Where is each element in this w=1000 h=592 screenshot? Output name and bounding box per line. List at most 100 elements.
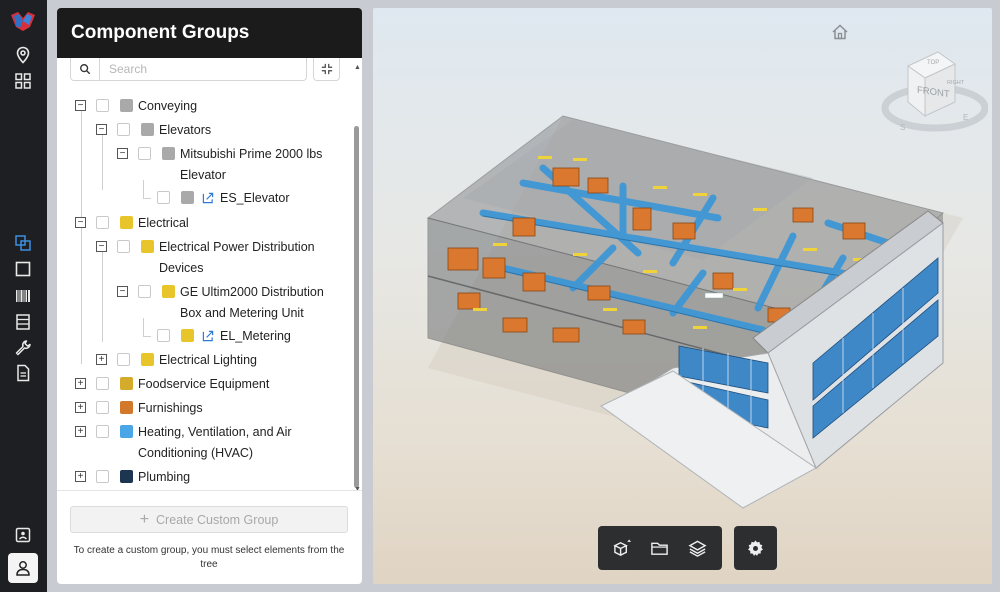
tree-item-label: Mitsubishi Prime 2000 lbs Elevator	[180, 147, 323, 182]
3d-viewport[interactable]: FRONT TOP RIGHT S E	[373, 8, 992, 584]
collapse-toggle[interactable]: −	[75, 217, 86, 228]
checkbox[interactable]	[117, 123, 130, 136]
tree-item-es-elevator[interactable]: ES_Elevator	[147, 188, 289, 208]
location-pin-icon[interactable]	[12, 44, 34, 66]
color-swatch	[181, 329, 194, 342]
barcode-icon[interactable]	[12, 285, 34, 307]
tree-item-ge-ultim2000[interactable]: − GE Ultim2000 Distribution Box and Meter…	[117, 282, 324, 324]
table-icon[interactable]	[12, 311, 34, 333]
color-swatch	[120, 401, 133, 414]
color-swatch	[141, 240, 154, 253]
tree-item-power-distribution[interactable]: − Electrical Power Distribution Devices	[96, 237, 315, 279]
tree-item-label: ES_Elevator	[220, 191, 290, 205]
checkbox[interactable]	[96, 377, 109, 390]
expand-toggle[interactable]: +	[75, 426, 86, 437]
search-input[interactable]	[100, 61, 291, 77]
divider	[57, 490, 362, 491]
tree-item-furnishings[interactable]: + Furnishings	[75, 398, 203, 418]
tree-item-el-metering[interactable]: EL_Metering	[147, 326, 291, 346]
tree-item-label: GE Ultim2000 Distribution Box and Meterin…	[180, 285, 324, 320]
color-swatch	[120, 425, 133, 438]
tree-item-label: Furnishings	[138, 401, 203, 415]
model-explode-icon[interactable]	[609, 534, 637, 562]
checkbox[interactable]	[138, 147, 151, 160]
expand-toggle[interactable]: +	[75, 471, 86, 482]
collapse-all-button[interactable]	[313, 58, 340, 81]
grid-icon[interactable]	[12, 70, 34, 92]
tree-item-hvac[interactable]: + Heating, Ventilation, and Air Condition…	[75, 422, 292, 464]
id-card-icon[interactable]	[12, 524, 34, 546]
tree-item-plumbing[interactable]: + Plumbing	[75, 467, 190, 487]
checkbox[interactable]	[117, 240, 130, 253]
checkbox[interactable]	[157, 329, 170, 342]
tree-item-label: Foodservice Equipment	[138, 377, 270, 391]
component-groups-panel: Component Groups − Conveying −	[57, 8, 362, 584]
checkbox[interactable]	[138, 285, 151, 298]
collapse-toggle[interactable]: −	[75, 100, 86, 111]
plus-icon: +	[139, 510, 150, 528]
scrollbar-thumb[interactable]	[354, 126, 359, 488]
viewer-toolbar	[598, 526, 722, 570]
create-group-hint: To create a custom group, you must selec…	[73, 545, 345, 570]
left-navigation-rail	[0, 0, 47, 592]
tree-item-label: Elevators	[159, 123, 212, 137]
square-icon[interactable]	[12, 258, 34, 280]
search-icon[interactable]	[71, 58, 100, 80]
building-model[interactable]	[373, 8, 992, 584]
checkbox[interactable]	[96, 99, 109, 112]
checkbox[interactable]	[157, 191, 170, 204]
tree-item-label: Plumbing	[138, 470, 191, 484]
external-link-icon[interactable]	[202, 191, 215, 204]
color-swatch	[141, 353, 154, 366]
tree-item-conveying[interactable]: − Conveying	[75, 96, 197, 116]
tree-item-label: Heating, Ventilation, and Air Conditionin…	[138, 425, 292, 460]
create-button-label: Create Custom Group	[156, 512, 279, 527]
color-swatch	[181, 191, 194, 204]
color-swatch	[162, 147, 175, 160]
search-row	[57, 58, 352, 86]
user-icon[interactable]	[8, 553, 38, 583]
document-icon[interactable]	[12, 362, 34, 384]
expand-toggle[interactable]: +	[96, 354, 107, 365]
external-link-icon[interactable]	[202, 329, 215, 342]
scroll-up-arrow[interactable]: ▲	[354, 64, 361, 71]
search-box	[70, 58, 307, 81]
checkbox[interactable]	[117, 353, 130, 366]
tree-item-label: Electrical Power Distribution Devices	[159, 240, 315, 275]
layers-group-icon[interactable]	[12, 232, 34, 254]
collapse-toggle[interactable]: −	[96, 241, 107, 252]
logo-icon[interactable]	[10, 9, 36, 33]
color-swatch	[120, 470, 133, 483]
tree-item-label: EL_Metering	[220, 329, 291, 343]
expand-toggle[interactable]: +	[75, 402, 86, 413]
tree-item-label: Conveying	[138, 99, 198, 113]
tree-item-electrical[interactable]: − Electrical	[75, 213, 189, 233]
color-swatch	[141, 123, 154, 136]
tree-item-electrical-lighting[interactable]: + Electrical Lighting	[96, 350, 257, 370]
wrench-icon[interactable]	[12, 337, 34, 359]
panel-title: Component Groups	[57, 8, 362, 58]
collapse-toggle[interactable]: −	[117, 148, 128, 159]
collapse-toggle[interactable]: −	[117, 286, 128, 297]
gear-icon[interactable]	[734, 526, 777, 570]
collapse-icon	[321, 63, 332, 75]
color-swatch	[120, 377, 133, 390]
tree-item-label: Electrical	[138, 216, 189, 230]
tree-item-mitsubishi[interactable]: − Mitsubishi Prime 2000 lbs Elevator	[117, 144, 322, 186]
tree-item-foodservice[interactable]: + Foodservice Equipment	[75, 374, 269, 394]
collapse-toggle[interactable]: −	[96, 124, 107, 135]
tree-item-label: Electrical Lighting	[159, 353, 257, 367]
color-swatch	[120, 216, 133, 229]
checkbox[interactable]	[96, 401, 109, 414]
layers-icon[interactable]	[683, 534, 711, 562]
checkbox[interactable]	[96, 470, 109, 483]
color-swatch	[162, 285, 175, 298]
folder-icon[interactable]	[646, 534, 674, 562]
create-custom-group-button[interactable]: + Create Custom Group	[70, 506, 348, 533]
checkbox[interactable]	[96, 216, 109, 229]
expand-toggle[interactable]: +	[75, 378, 86, 389]
tree-item-elevators[interactable]: − Elevators	[96, 120, 211, 140]
checkbox[interactable]	[96, 425, 109, 438]
color-swatch	[120, 99, 133, 112]
component-tree: − Conveying − Elevators − Mitsubishi Pri…	[57, 94, 353, 490]
